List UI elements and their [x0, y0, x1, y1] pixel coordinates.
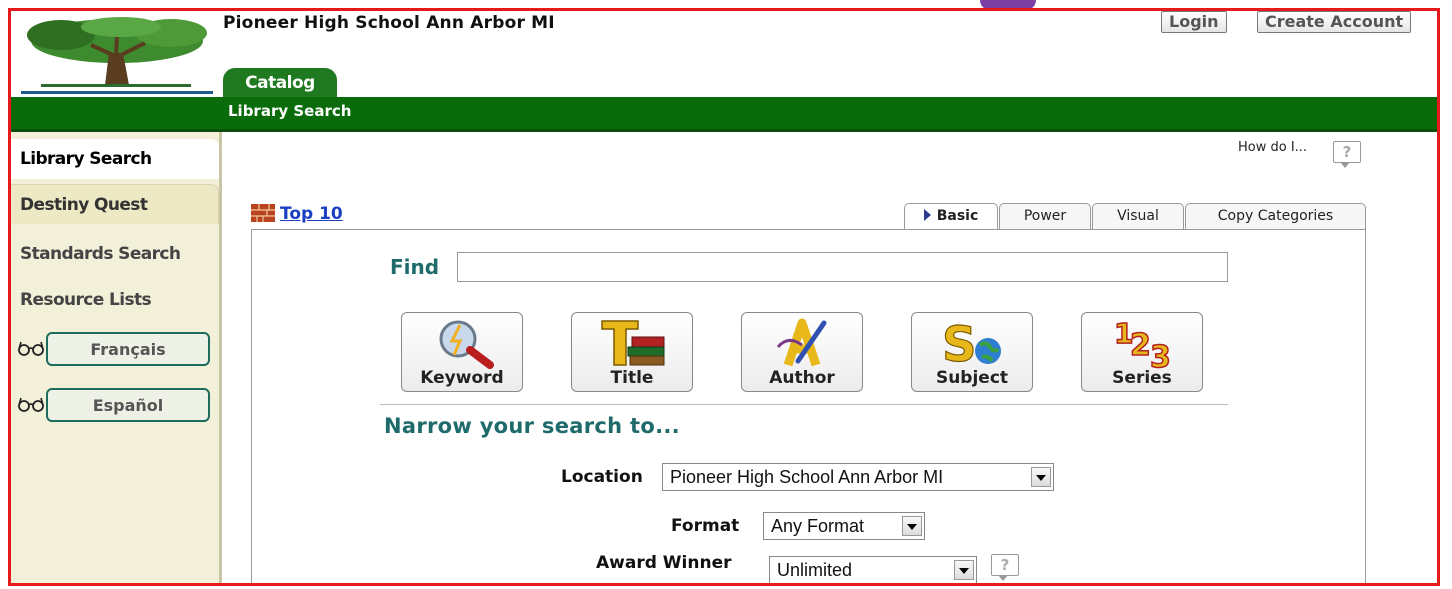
- series-label: Series: [1112, 368, 1172, 388]
- language-francais[interactable]: Français: [17, 332, 212, 368]
- narrow-heading: Narrow your search to...: [384, 414, 680, 438]
- find-label: Find: [390, 255, 440, 279]
- subject-globe-icon: S: [941, 317, 1001, 369]
- divider: [380, 404, 1228, 405]
- keyword-magnifier-icon: [439, 320, 494, 369]
- location-select[interactable]: Pioneer High School Ann Arbor MI: [662, 463, 1054, 491]
- top10-link[interactable]: Top 10: [251, 204, 343, 224]
- find-input[interactable]: [457, 252, 1228, 282]
- chevron-down-icon[interactable]: [902, 516, 922, 536]
- author-pen-icon: [776, 318, 827, 367]
- format-label: Format: [671, 516, 740, 536]
- search-panel: Find Keyword Title Author S Subject 1 2 …: [251, 229, 1366, 583]
- award-help-icon[interactable]: ?: [991, 554, 1019, 581]
- sidebar: Library Search Destiny Quest Standards S…: [11, 132, 222, 583]
- sidebar-item-standards-search[interactable]: Standards Search: [20, 244, 181, 264]
- language-espanol[interactable]: Español: [17, 388, 212, 424]
- svg-text:2: 2: [1130, 328, 1151, 363]
- chevron-down-icon[interactable]: [1031, 467, 1051, 487]
- glasses-icon: [18, 341, 44, 356]
- title-search-button[interactable]: Title: [571, 312, 693, 392]
- title-label: Title: [610, 368, 654, 388]
- sidebar-item-destiny-quest[interactable]: Destiny Quest: [11, 184, 219, 224]
- how-do-i-label[interactable]: How do I...: [1238, 140, 1307, 155]
- page-frame: Pioneer High School Ann Arbor MI Login C…: [8, 8, 1440, 586]
- tab-basic[interactable]: Basic: [904, 203, 998, 231]
- svg-text:3: 3: [1150, 340, 1171, 369]
- subject-label: Subject: [935, 368, 1009, 388]
- francais-button[interactable]: Français: [46, 332, 210, 366]
- location-label: Location: [561, 467, 643, 487]
- keyword-label: Keyword: [420, 368, 504, 388]
- subject-search-button[interactable]: S Subject: [911, 312, 1033, 392]
- award-winner-select[interactable]: Unlimited: [769, 556, 977, 583]
- svg-text:S: S: [942, 317, 977, 369]
- glasses-icon: [18, 397, 44, 412]
- award-value: Unlimited: [777, 560, 853, 580]
- school-name: Pioneer High School Ann Arbor MI: [223, 13, 555, 33]
- sidebar-item-resource-lists[interactable]: Resource Lists: [20, 290, 152, 310]
- subnav-library-search[interactable]: Library Search: [228, 102, 351, 120]
- create-account-button[interactable]: Create Account: [1257, 11, 1412, 33]
- format-value: Any Format: [771, 516, 865, 536]
- espanol-button[interactable]: Español: [46, 388, 210, 422]
- author-label: Author: [769, 368, 835, 388]
- author-search-button[interactable]: Author: [741, 312, 863, 392]
- tab-catalog[interactable]: Catalog: [223, 68, 337, 98]
- top10-label[interactable]: Top 10: [280, 204, 343, 224]
- location-value: Pioneer High School Ann Arbor MI: [670, 467, 944, 487]
- tab-copy-categories[interactable]: Copy Categories: [1185, 203, 1366, 229]
- login-button[interactable]: Login: [1161, 11, 1227, 33]
- school-tree-logo: [21, 17, 213, 94]
- award-winner-label: Award Winner: [596, 553, 732, 573]
- title-books-icon: [601, 320, 665, 366]
- sidebar-item-library-search[interactable]: Library Search: [11, 139, 219, 179]
- series-123-icon: 1 2 3: [1113, 317, 1171, 369]
- subnav-bar: Library Search: [11, 97, 1437, 132]
- tab-visual[interactable]: Visual: [1092, 203, 1184, 229]
- series-search-button[interactable]: 1 2 3 Series: [1081, 312, 1203, 392]
- format-select[interactable]: Any Format: [763, 512, 925, 540]
- bricks-icon: [251, 204, 275, 222]
- keyword-search-button[interactable]: Keyword: [401, 312, 523, 392]
- tab-power[interactable]: Power: [999, 203, 1091, 229]
- chevron-down-icon[interactable]: [954, 560, 974, 580]
- help-question-icon[interactable]: ?: [1333, 141, 1361, 168]
